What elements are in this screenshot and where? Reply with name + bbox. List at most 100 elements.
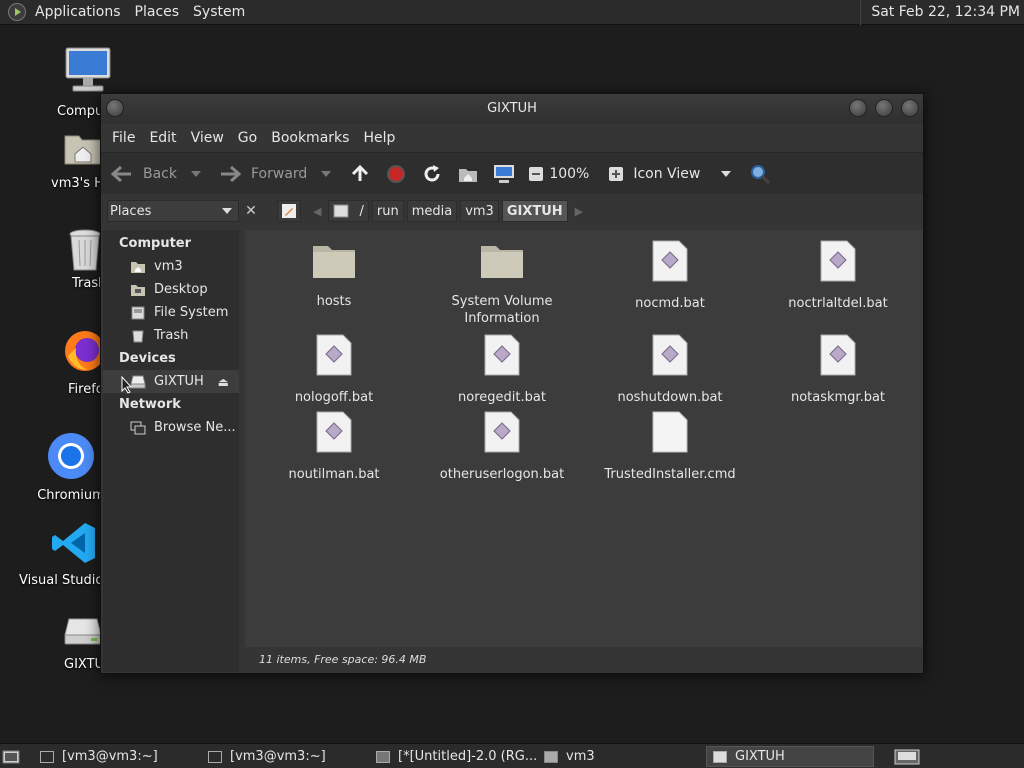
- menu-bar: File Edit View Go Bookmarks Help: [101, 124, 923, 152]
- task-terminal-1[interactable]: [vm3@vm3:~]: [34, 746, 194, 767]
- file-item[interactable]: noshutdown.bat: [586, 334, 754, 406]
- file-item[interactable]: nologoff.bat: [250, 334, 418, 406]
- back-label: Back: [143, 165, 177, 182]
- minimize-button[interactable]: [849, 99, 867, 117]
- crumb-scroll-right-icon[interactable]: ▶: [575, 205, 583, 218]
- sidebar-item-trash[interactable]: Trash: [103, 324, 239, 347]
- sidebar-item-label: vm3: [154, 259, 183, 274]
- home-folder-icon: [64, 135, 102, 165]
- menu-system[interactable]: System: [186, 0, 252, 25]
- task-vm3-folder[interactable]: vm3: [538, 746, 698, 767]
- desktop-folder-icon: [131, 284, 145, 296]
- drive-icon: [713, 750, 727, 763]
- reload-button[interactable]: [421, 163, 443, 185]
- clock[interactable]: Sat Feb 22, 12:34 PM: [860, 0, 1020, 25]
- eject-icon[interactable]: ⏏: [218, 375, 229, 389]
- forward-button[interactable]: Forward: [219, 163, 332, 185]
- sidebar-item-desktop[interactable]: Desktop: [103, 278, 239, 301]
- crumb-run[interactable]: run: [371, 200, 404, 222]
- file-view[interactable]: hosts System Volume Information nocmd.ba…: [245, 230, 923, 647]
- script-file-icon: [316, 334, 352, 376]
- menu-help[interactable]: Help: [356, 130, 402, 146]
- maximize-button[interactable]: [875, 99, 893, 117]
- task-label: [vm3@vm3:~]: [230, 749, 326, 764]
- file-name: nologoff.bat: [294, 390, 374, 405]
- close-side-pane-icon[interactable]: ✕: [241, 201, 261, 221]
- title-bar[interactable]: GIXTUH: [101, 94, 923, 124]
- task-label: vm3: [566, 749, 595, 764]
- script-file-icon: [484, 411, 520, 453]
- file-name: hosts: [316, 294, 352, 309]
- show-desktop-button[interactable]: [2, 746, 24, 767]
- network-icon: [130, 421, 146, 434]
- zoom-in-icon[interactable]: [605, 163, 627, 185]
- up-button[interactable]: [349, 163, 371, 185]
- trash-icon: [132, 330, 144, 342]
- file-system-icon: [131, 306, 145, 319]
- file-name: nocmd.bat: [635, 296, 705, 311]
- crumb-scroll-left-icon[interactable]: ◀: [313, 205, 321, 218]
- close-button[interactable]: [901, 99, 919, 117]
- view-mode-select[interactable]: Icon View: [605, 163, 732, 185]
- folder-icon: [313, 246, 355, 278]
- vscode-icon: [52, 523, 95, 563]
- file-name: otheruserlogon.bat: [439, 467, 565, 482]
- home-button[interactable]: [457, 163, 479, 185]
- menu-view[interactable]: View: [184, 130, 231, 146]
- menu-bookmarks[interactable]: Bookmarks: [264, 130, 356, 146]
- back-history-dropdown-icon[interactable]: [191, 170, 201, 177]
- chromium-icon: [48, 433, 94, 479]
- chevron-down-icon: [721, 170, 732, 177]
- computer-icon: [65, 47, 111, 92]
- script-file-icon: [820, 240, 856, 282]
- sidebar-header-devices: Devices: [119, 351, 176, 366]
- zoom-out-icon[interactable]: [525, 163, 547, 185]
- task-gixtuh[interactable]: GIXTUH: [706, 746, 874, 767]
- search-button[interactable]: [749, 163, 771, 185]
- file-item[interactable]: noctrlaltdel.bat: [754, 240, 922, 312]
- sidebar-item-label: Trash: [154, 328, 189, 343]
- window-menu-button[interactable]: [106, 99, 124, 117]
- side-pane-select[interactable]: Places: [107, 200, 239, 222]
- crumb-vm3[interactable]: vm3: [460, 200, 499, 222]
- file-item[interactable]: otheruserlogon.bat: [418, 411, 586, 483]
- folder-icon: [481, 246, 523, 278]
- edit-location-button[interactable]: [277, 200, 301, 222]
- file-item[interactable]: hosts: [250, 240, 418, 310]
- crumb-root[interactable]: /: [328, 200, 369, 222]
- file-item[interactable]: noutilman.bat: [250, 411, 418, 483]
- file-item[interactable]: TrustedInstaller.cmd: [586, 411, 754, 483]
- distro-logo-icon[interactable]: [8, 3, 26, 21]
- crumb-media[interactable]: media: [406, 200, 458, 222]
- menu-applications[interactable]: Applications: [28, 0, 128, 25]
- reload-icon: [421, 163, 443, 185]
- computer-button[interactable]: [493, 163, 515, 185]
- file-item[interactable]: notaskmgr.bat: [754, 334, 922, 406]
- file-item[interactable]: nocmd.bat: [586, 240, 754, 312]
- menu-places[interactable]: Places: [128, 0, 187, 25]
- script-file-icon: [484, 334, 520, 376]
- sidebar-item-label: GIXTUH: [154, 374, 204, 389]
- workspace-switcher[interactable]: [894, 746, 924, 767]
- sidebar-item-file-system[interactable]: File System: [103, 301, 239, 324]
- window-title: GIXTUH: [487, 101, 537, 116]
- file-item[interactable]: noregedit.bat: [418, 334, 586, 406]
- chevron-down-icon: [222, 208, 232, 214]
- view-mode-label: Icon View: [633, 165, 701, 182]
- sidebar-item-browse-network[interactable]: Browse Ne...: [103, 416, 239, 439]
- menu-edit[interactable]: Edit: [142, 130, 183, 146]
- zoom-control[interactable]: 100%: [525, 163, 589, 185]
- task-terminal-2[interactable]: [vm3@vm3:~]: [202, 746, 362, 767]
- task-image-editor[interactable]: [*[Untitled]-2.0 (RG...: [370, 746, 536, 767]
- arrow-left-icon: [111, 163, 133, 185]
- crumb-gixtuh[interactable]: GIXTUH: [501, 200, 568, 222]
- stop-button[interactable]: [385, 163, 407, 185]
- file-item[interactable]: System Volume Information: [418, 240, 586, 327]
- side-pane-select-label: Places: [110, 203, 152, 219]
- sidebar-item-vm3[interactable]: vm3: [103, 255, 239, 278]
- drive-icon: [64, 618, 102, 645]
- menu-go[interactable]: Go: [231, 130, 264, 146]
- back-button[interactable]: Back: [111, 163, 201, 185]
- forward-history-dropdown-icon[interactable]: [321, 170, 332, 177]
- menu-file[interactable]: File: [105, 130, 142, 146]
